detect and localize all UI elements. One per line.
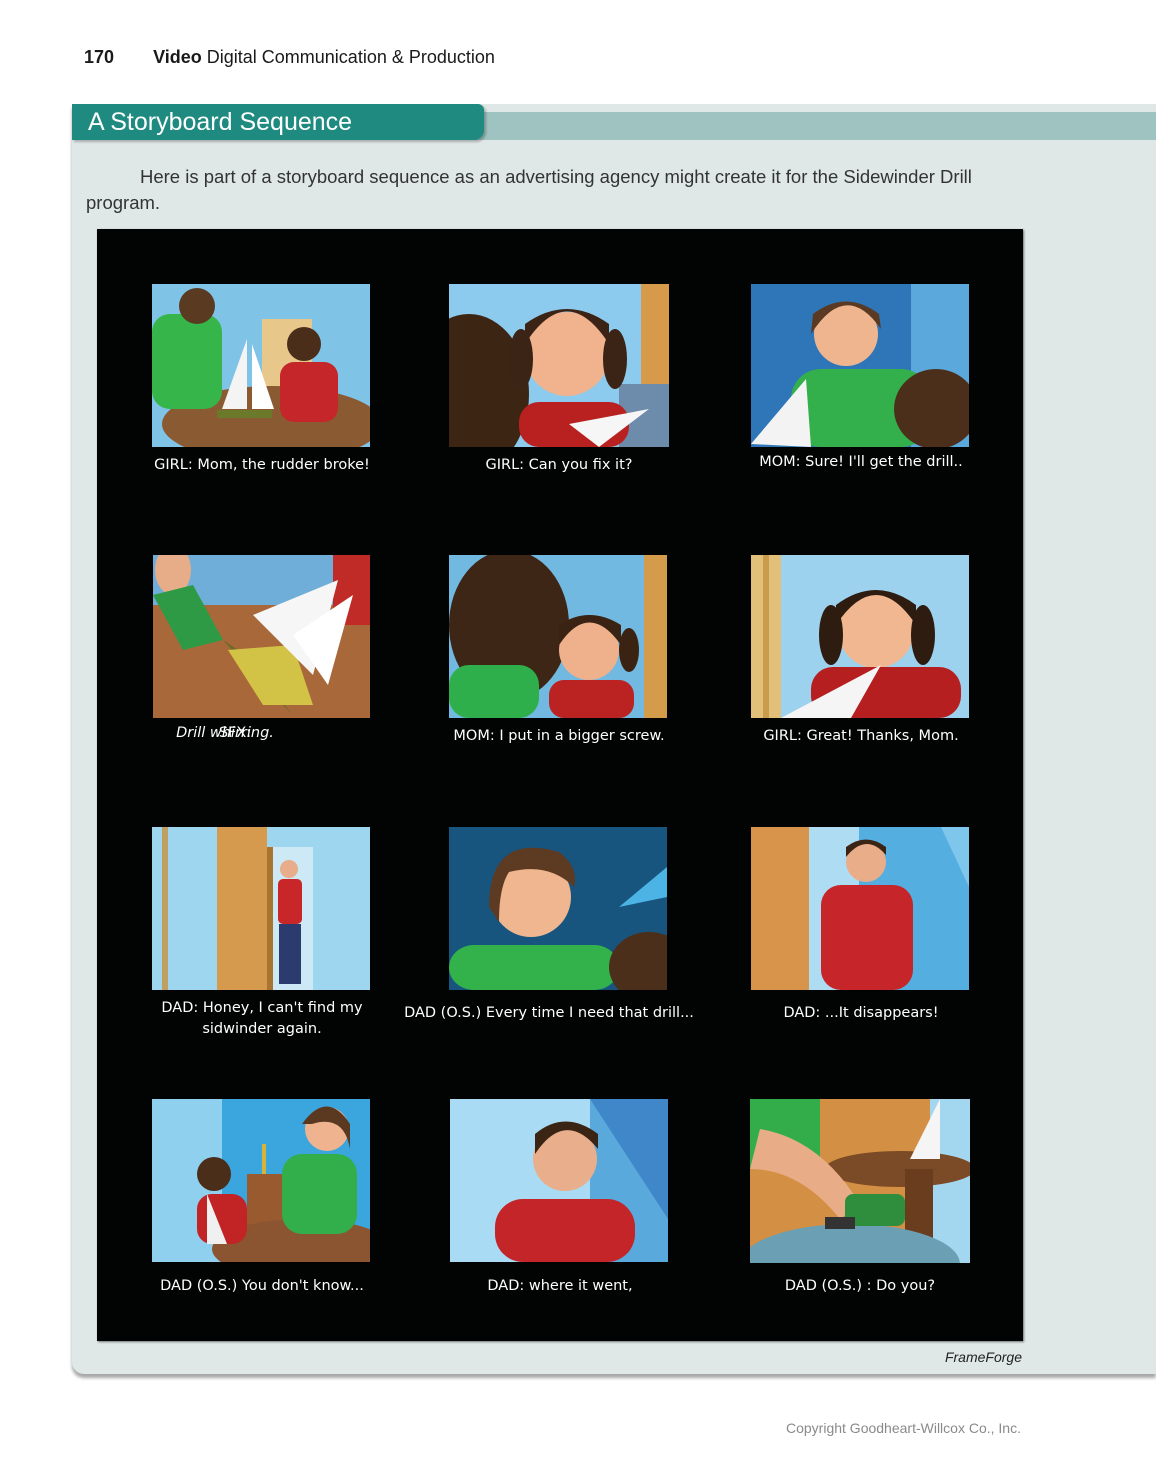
panel-caption: DAD (O.S.) Every time I need that drill.… xyxy=(404,1005,694,1021)
storyboard-panel-8: DAD (O.S.) Every time I need that drill.… xyxy=(404,827,694,1021)
frame-image-7 xyxy=(152,827,370,990)
panel-caption: DAD: ...It disappears! xyxy=(783,1005,939,1021)
frame-image-12 xyxy=(750,1099,970,1263)
storyboard-panel-10: DAD (O.S.) You don't know... xyxy=(152,1099,370,1294)
panel-caption: DAD: where it went, xyxy=(487,1278,633,1294)
storyboard-panel-4: SFX: Drill whirring. xyxy=(153,555,370,741)
frame-image-4 xyxy=(153,555,370,718)
copyright-notice: Copyright Goodheart-Willcox Co., Inc. xyxy=(786,1420,1021,1436)
panel-caption: GIRL: Mom, the rudder broke! xyxy=(154,457,370,473)
storyboard: GIRL: Mom, the rudder broke! GIRL: Can y… xyxy=(97,229,1023,1341)
page-header: 170 Video Digital Communication & Produc… xyxy=(84,47,495,68)
frame-image-11 xyxy=(450,1099,668,1262)
frame-image-1 xyxy=(152,284,370,447)
storyboard-panel-12: DAD (O.S.) : Do you? xyxy=(750,1099,970,1294)
frame-image-9 xyxy=(751,827,969,990)
section-label: Video xyxy=(153,47,202,67)
page-number: 170 xyxy=(84,47,115,67)
book-title: Digital Communication & Production xyxy=(206,47,495,67)
storyboard-panel-1: GIRL: Mom, the rudder broke! xyxy=(152,284,370,473)
storyboard-panel-9: DAD: ...It disappears! xyxy=(751,827,969,1021)
storyboard-panel-3: MOM: Sure! I'll get the drill.. xyxy=(751,284,969,470)
storyboard-panel-6: GIRL: Great! Thanks, Mom. xyxy=(751,555,969,744)
frame-image-5 xyxy=(449,555,667,718)
storyboard-panel-7: DAD: Honey, I can't find my sidwinder ag… xyxy=(152,827,370,1037)
feature-title: A Storyboard Sequence xyxy=(72,104,484,140)
storyboard-panel-5: MOM: I put in a bigger screw. xyxy=(449,555,667,744)
frame-image-2 xyxy=(449,284,669,447)
panel-caption: GIRL: Great! Thanks, Mom. xyxy=(763,728,959,744)
panel-caption: MOM: I put in a bigger screw. xyxy=(453,728,665,744)
panel-caption: GIRL: Can you fix it? xyxy=(485,457,633,473)
panel-caption-italic: Drill whirring. xyxy=(176,725,274,741)
panel-caption: DAD (O.S.) : Do you? xyxy=(784,1278,936,1294)
panel-caption: DAD: Honey, I can't find my sidwinder ag… xyxy=(161,1000,363,1037)
image-credit: FrameForge xyxy=(944,1349,1022,1365)
frame-image-10 xyxy=(152,1099,370,1262)
frame-image-8 xyxy=(449,827,667,990)
intro-paragraph: Here is part of a storyboard sequence as… xyxy=(86,166,972,213)
frame-image-3 xyxy=(751,284,969,447)
storyboard-panel-11: DAD: where it went, xyxy=(450,1099,668,1294)
frame-image-6 xyxy=(751,555,969,718)
storyboard-panel-2: GIRL: Can you fix it? xyxy=(449,284,669,473)
feature-box: A Storyboard Sequence Here is part of a … xyxy=(72,104,1156,1374)
panel-caption: MOM: Sure! I'll get the drill.. xyxy=(759,454,963,470)
panel-caption: DAD (O.S.) You don't know... xyxy=(160,1278,364,1294)
